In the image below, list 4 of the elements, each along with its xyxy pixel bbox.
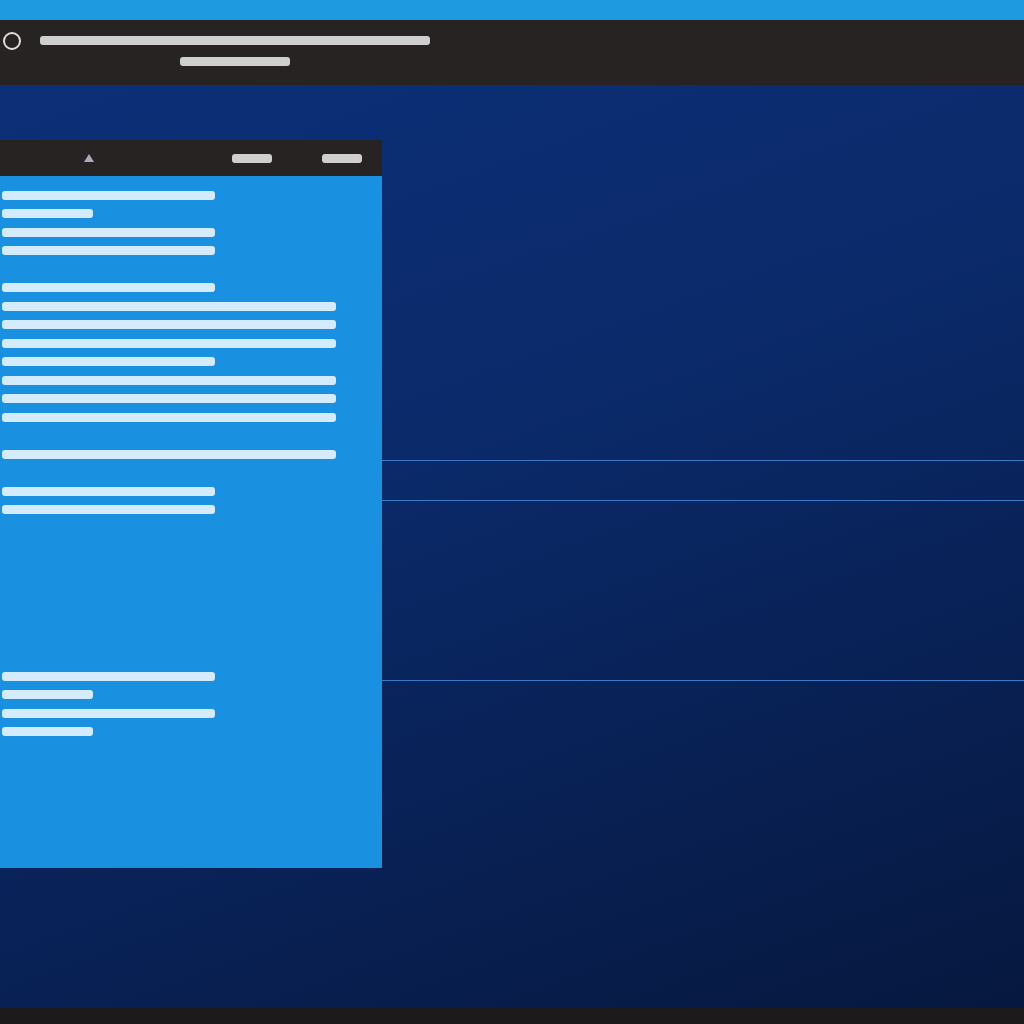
circle-icon [2, 30, 22, 52]
scribble-line [232, 153, 272, 163]
scribble-line [322, 153, 362, 163]
triangle-icon [84, 154, 94, 162]
